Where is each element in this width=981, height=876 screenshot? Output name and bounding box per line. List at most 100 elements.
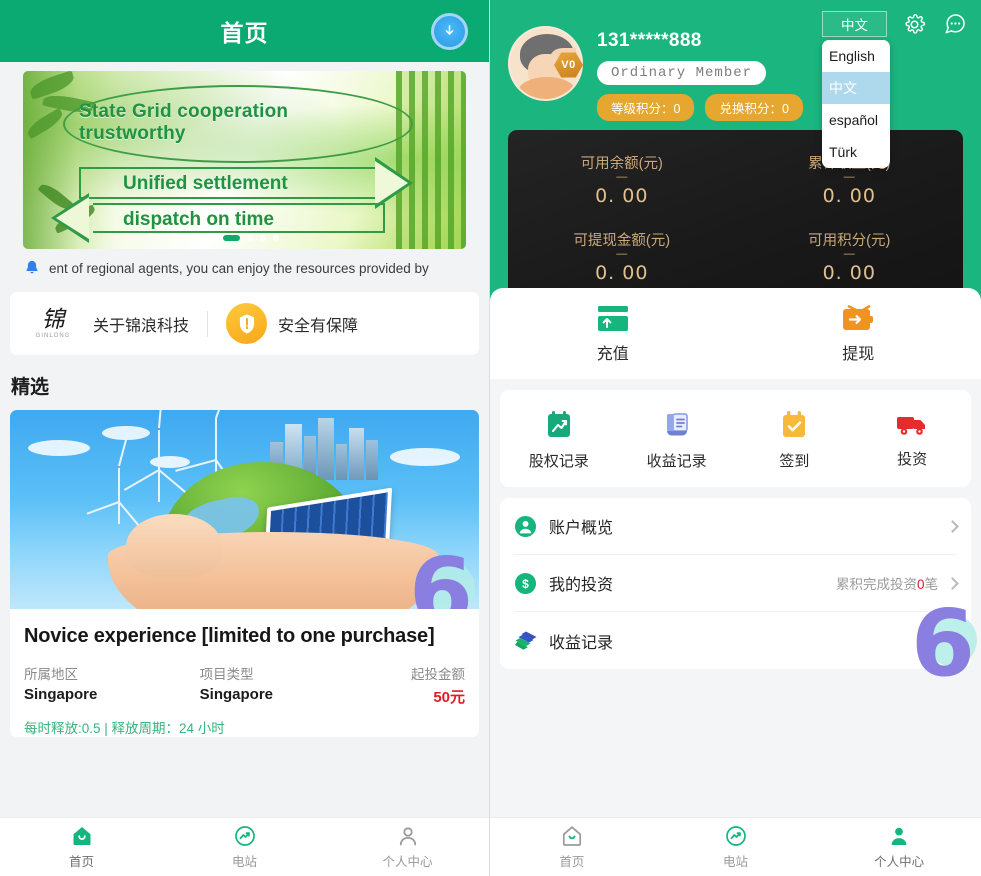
menu-label: 账户概览 xyxy=(549,520,614,537)
quick-label: 签到 xyxy=(779,453,810,470)
turbine-blade xyxy=(86,501,120,515)
balance-value: 0. 00 xyxy=(595,262,649,284)
hands-holding-globe xyxy=(108,514,438,609)
recharge-card-icon xyxy=(596,305,630,333)
product-title: Novice experience [limited to one purcha… xyxy=(24,625,435,647)
user-phone: 131*****888 xyxy=(597,30,702,51)
ginlong-logo-icon: 锦 GINLONG xyxy=(24,302,82,345)
language-option-turkish[interactable]: Türk xyxy=(822,136,890,168)
withdraw-button[interactable]: 提现 xyxy=(736,305,981,364)
cloud-decoration xyxy=(28,440,90,456)
menu-subtext: 累积完成投资0笔 xyxy=(835,577,938,592)
info-item-security[interactable]: 安全有保障 xyxy=(226,303,358,344)
language-option-spanish[interactable]: español xyxy=(822,104,890,136)
wind-turbine xyxy=(118,468,120,524)
recharge-withdraw-card: 充值 提现 xyxy=(490,288,981,379)
cloud-decoration xyxy=(150,456,190,468)
language-option-english[interactable]: English xyxy=(822,40,890,72)
account-overview-icon xyxy=(514,515,537,538)
info-label-security: 安全有保障 xyxy=(278,317,359,335)
menu-row-my-investment[interactable]: $ 我的投资 累积完成投资0笔 xyxy=(514,555,959,612)
quick-invest[interactable]: 投资 xyxy=(853,409,971,471)
tab-station[interactable]: 电站 xyxy=(163,818,326,876)
carousel-dots[interactable] xyxy=(23,235,466,241)
info-item-about[interactable]: 锦 GINLONG 关于锦浪科技 xyxy=(24,302,190,345)
balance-divider: — xyxy=(843,248,855,260)
tab-profile[interactable]: 个人中心 xyxy=(326,818,489,876)
meta-value: 50元 xyxy=(433,689,466,706)
carousel-dot[interactable] xyxy=(247,235,253,241)
balance-value: 0. 00 xyxy=(595,185,649,207)
turbine-blade xyxy=(123,469,160,491)
product-release-info: 每时释放:0.5 | 释放周期：24 小时 xyxy=(24,721,225,736)
turbine-blade xyxy=(158,410,164,429)
featured-product-card[interactable]: 6 Novice experience [limited to one purc… xyxy=(10,410,479,737)
tab-home[interactable]: 首页 xyxy=(0,818,163,876)
exchange-points-badge: 兑换积分：0 xyxy=(705,94,803,121)
menu-label: 我的投资 xyxy=(549,577,614,594)
language-dropdown-menu[interactable]: English 中文 español Türk xyxy=(822,40,890,168)
balance-value: 0. 00 xyxy=(822,185,876,207)
balance-card: 可用余额(元) — 0. 00 累计收益(元) — 0. 00 可提现金额(元)… xyxy=(508,130,963,302)
product-meta-region: 所属地区 Singapore xyxy=(24,663,157,707)
carousel-dot[interactable] xyxy=(273,235,279,241)
balance-value: 0. 00 xyxy=(822,262,876,284)
ginlong-mark: 锦 xyxy=(41,307,65,332)
wind-turbine xyxy=(158,430,160,502)
quick-label: 收益记录 xyxy=(646,453,707,470)
balance-label: 可用积分(元) xyxy=(808,233,891,249)
menu-row-income-record[interactable]: 收益记录 xyxy=(514,612,959,669)
banner-carousel[interactable]: State Grid cooperation trustworthy Unifi… xyxy=(0,62,489,249)
banner-slide[interactable]: State Grid cooperation trustworthy Unifi… xyxy=(23,71,466,249)
info-label-about: 关于锦浪科技 xyxy=(93,317,190,335)
member-level-badge-text: V0 xyxy=(561,59,576,71)
page-title: 首页 xyxy=(220,20,269,46)
check-in-calendar-icon xyxy=(778,409,810,441)
menu-row-account-overview[interactable]: 账户概览 xyxy=(514,498,959,555)
balance-divider: — xyxy=(616,248,628,260)
meta-value: Singapore xyxy=(199,686,274,703)
svg-text:$: $ xyxy=(522,576,529,590)
tab-label: 首页 xyxy=(559,855,585,869)
balance-withdrawable: 可提现金额(元) — 0. 00 xyxy=(508,229,736,284)
avatar-body xyxy=(518,77,576,99)
gear-icon[interactable] xyxy=(900,10,928,38)
menu-right xyxy=(946,519,959,533)
tab-home[interactable]: 首页 xyxy=(490,818,654,876)
tab-label: 个人中心 xyxy=(382,855,433,869)
quick-label: 投资 xyxy=(897,451,928,468)
tab-label: 首页 xyxy=(68,855,94,869)
section-title-featured: 精选 xyxy=(11,377,50,398)
language-select[interactable]: 中文 xyxy=(822,11,887,37)
chat-dots-icon[interactable] xyxy=(941,10,969,38)
tab-station[interactable]: 电站 xyxy=(654,818,818,876)
tab-label: 个人中心 xyxy=(874,855,925,869)
invest-truck-icon xyxy=(895,409,929,439)
withdraw-label: 提现 xyxy=(842,346,875,363)
carousel-dot[interactable] xyxy=(260,235,266,241)
recharge-button[interactable]: 充值 xyxy=(490,305,736,364)
user-meta: 131*****888 Ordinary Member 等级积分：0 兑换积分：… xyxy=(597,26,803,121)
notice-bar[interactable]: ent of regional agents, you can enjoy th… xyxy=(23,253,466,283)
balance-divider: — xyxy=(616,171,628,183)
chevron-right-icon xyxy=(946,634,959,647)
carousel-dot[interactable] xyxy=(210,235,216,241)
language-option-chinese[interactable]: 中文 xyxy=(822,72,890,104)
tab-profile[interactable]: 个人中心 xyxy=(817,818,981,876)
level-points-badge: 等级积分：0 xyxy=(597,94,695,121)
profile-header-icons: 中文 xyxy=(822,10,969,38)
carousel-dot-active[interactable] xyxy=(223,235,240,241)
product-meta-min-amount: 起投金额 50元 xyxy=(332,663,465,707)
profile-header: 中文 English 中文 español Türk V0 131*****88… xyxy=(490,0,981,302)
quick-actions-card: 股权记录 收益记录 签到 投资 xyxy=(500,390,971,487)
quick-income-record[interactable]: 收益记录 xyxy=(618,409,736,471)
banner-arrowhead-right xyxy=(375,157,413,209)
profile-panel: 中文 English 中文 español Türk V0 131*****88… xyxy=(490,0,981,876)
quick-check-in[interactable]: 签到 xyxy=(736,409,854,471)
quick-equity-record[interactable]: 股权记录 xyxy=(500,409,618,471)
product-meta: 所属地区 Singapore 项目类型 Singapore 起投金额 50元 xyxy=(10,648,479,707)
info-card: 锦 GINLONG 关于锦浪科技 安全有保障 xyxy=(10,292,479,355)
download-circle-icon[interactable] xyxy=(431,13,468,50)
income-record-icon xyxy=(661,409,693,441)
cloud-decoration xyxy=(390,448,460,466)
